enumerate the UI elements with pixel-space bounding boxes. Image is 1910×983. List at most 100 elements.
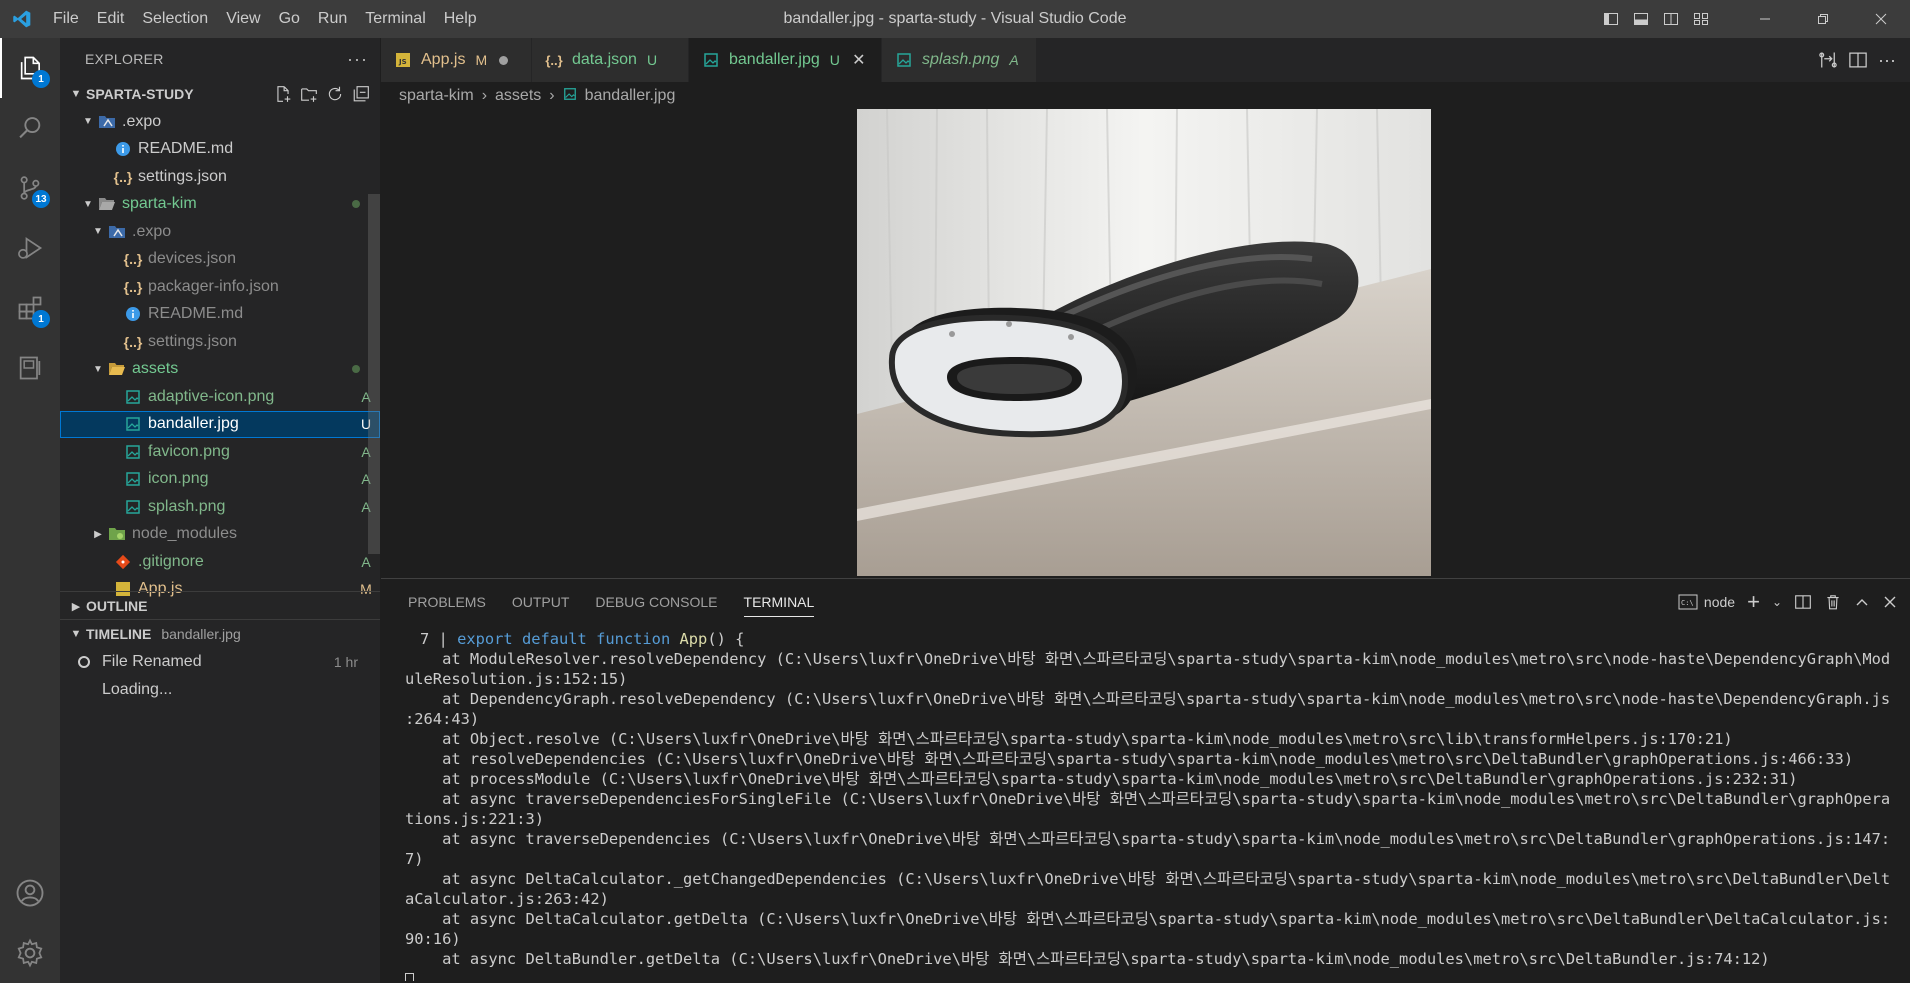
tab-splash-png[interactable]: splash.png A [882, 38, 1037, 82]
tree-file-bandaller[interactable]: bandaller.jpg U [60, 410, 380, 438]
menu-selection[interactable]: Selection [133, 0, 217, 38]
run-debug-activity[interactable] [0, 218, 60, 278]
tab-bandaller-jpg[interactable]: bandaller.jpg U ✕ [689, 38, 882, 82]
vscode-logo-icon[interactable] [0, 0, 44, 38]
tab-problems[interactable]: PROBLEMS [395, 579, 499, 625]
new-file-icon[interactable] [274, 85, 292, 103]
toggle-primary-sidebar-icon[interactable] [1596, 0, 1626, 38]
tree-file-packager-info[interactable]: {..} packager-info.json [60, 273, 380, 301]
git-status: A [361, 553, 371, 570]
tree-file-gitignore[interactable]: .gitignore A [60, 548, 380, 576]
menu-view[interactable]: View [217, 0, 269, 38]
tree-folder-node-modules[interactable]: ▶ node_modules [60, 521, 380, 549]
tree-file-devices[interactable]: {..} devices.json [60, 246, 380, 274]
tree-file-icon[interactable]: icon.png A [60, 466, 380, 494]
extensions-activity[interactable]: 1 [0, 278, 60, 338]
tree-label: splash.png [148, 497, 226, 515]
new-folder-icon[interactable] [300, 85, 318, 103]
toggle-secondary-sidebar-icon[interactable] [1656, 0, 1686, 38]
sidebar-scrollbar[interactable] [368, 194, 380, 554]
breadcrumb-item[interactable]: sparta-kim [399, 87, 474, 105]
timeline-header[interactable]: ▼ TIMELINE bandaller.jpg [60, 620, 380, 648]
more-actions-icon[interactable]: ··· [347, 49, 368, 70]
tree-folder-expo[interactable]: ▼ .expo [60, 108, 380, 136]
tree-file-readme-2[interactable]: README.md [60, 301, 380, 329]
toggle-panel-icon[interactable] [1626, 0, 1656, 38]
tab-output[interactable]: OUTPUT [499, 579, 583, 625]
panel-tabs: PROBLEMS OUTPUT DEBUG CONSOLE TERMINAL C… [381, 579, 1910, 625]
close-panel-icon[interactable] [1882, 594, 1898, 610]
tab-status: U [829, 52, 840, 68]
account-icon [16, 879, 44, 907]
menu-help[interactable]: Help [435, 0, 486, 38]
timeline-entry-label: File Renamed [102, 653, 202, 670]
chevron-right-icon: ▶ [94, 528, 102, 540]
tree-label: icon.png [148, 470, 209, 488]
terminal-line: at async traverseDependenciesForSingleFi… [405, 790, 1891, 808]
explorer-activity[interactable]: 1 [0, 38, 60, 98]
menu-file[interactable]: File [44, 0, 88, 38]
close-icon[interactable]: ✕ [850, 50, 868, 70]
tree-file-settings-2[interactable]: {..} settings.json [60, 328, 380, 356]
tree-folder-sparta-kim[interactable]: ▼ sparta-kim [60, 191, 380, 219]
breadcrumb-item[interactable]: bandaller.jpg [585, 87, 676, 105]
terminal-output[interactable]: 7 | export default function App() { at M… [405, 629, 1905, 981]
menu-terminal[interactable]: Terminal [356, 0, 434, 38]
manage-activity[interactable] [0, 923, 60, 983]
terminal-line: at async DeltaBundler.getDelta (C:\Users… [405, 950, 1770, 968]
tab-data-json[interactable]: {..} data.json U [532, 38, 689, 82]
new-terminal-icon[interactable]: + [1747, 591, 1760, 613]
tree-folder-assets[interactable]: ▼ assets [60, 356, 380, 384]
search-activity[interactable] [0, 98, 60, 158]
file-tree: ▼ .expo README.md {..} settings.json ▼ s… [60, 108, 380, 608]
refresh-icon[interactable] [326, 85, 344, 103]
breadcrumb-item[interactable]: assets [495, 87, 541, 105]
collapse-all-icon[interactable] [352, 85, 370, 103]
chevron-down-icon[interactable]: ⌄ [1772, 595, 1782, 609]
tab-app-js[interactable]: JS App.js M [381, 38, 532, 82]
image-file-icon [122, 388, 144, 406]
timeline-section: ▼ TIMELINE bandaller.jpg File Renamed 1 … [60, 619, 380, 704]
unsaved-dot-icon[interactable] [499, 55, 509, 65]
maximize-panel-icon[interactable] [1854, 594, 1870, 610]
json-icon: {..} [113, 168, 133, 185]
trash-icon[interactable] [1824, 593, 1842, 611]
tab-terminal[interactable]: TERMINAL [731, 579, 828, 625]
tree-file-settings[interactable]: {..} settings.json [60, 163, 380, 191]
menu-run[interactable]: Run [309, 0, 356, 38]
menu-go[interactable]: Go [270, 0, 309, 38]
split-terminal-icon[interactable] [1794, 593, 1812, 611]
customize-layout-icon[interactable] [1686, 0, 1716, 38]
source-control-activity[interactable]: 13 [0, 158, 60, 218]
tree-file-favicon[interactable]: favicon.png A [60, 438, 380, 466]
restore-button[interactable] [1794, 0, 1852, 38]
editor-area: JS App.js M {..} data.json U bandaller.j… [381, 38, 1910, 578]
outline-section[interactable]: ▶ OUTLINE [60, 591, 380, 620]
workspace-header[interactable]: ▼ SPARTA-STUDY [60, 80, 380, 108]
terminal-line: at ModuleResolver.resolveDependency (C:\… [405, 650, 1891, 668]
tree-file-adaptive-icon[interactable]: adaptive-icon.png A [60, 383, 380, 411]
expo-folder-icon [106, 223, 128, 241]
search-icon [19, 117, 41, 139]
tree-folder-sparta-kim-expo[interactable]: ▼ .expo [60, 218, 380, 246]
accounts-activity[interactable] [0, 863, 60, 923]
tree-file-splash[interactable]: splash.png A [60, 493, 380, 521]
minimize-button[interactable] [1736, 0, 1794, 38]
terminal-code-line: 7 | export default function App() { [405, 629, 1905, 649]
open-changes-icon[interactable] [1818, 50, 1838, 70]
image-file-icon [563, 87, 577, 106]
more-actions-icon[interactable]: ··· [1878, 50, 1896, 71]
tree-label: settings.json [138, 167, 227, 185]
remote-explorer-activity[interactable] [0, 338, 60, 398]
timeline-entry[interactable]: File Renamed 1 hr [60, 648, 380, 676]
tree-file-readme[interactable]: README.md [60, 136, 380, 164]
code-function: App [679, 630, 708, 648]
chevron-right-icon: › [481, 87, 488, 104]
tree-label: README.md [138, 140, 234, 158]
split-editor-icon[interactable] [1848, 50, 1868, 70]
close-window-button[interactable] [1852, 0, 1910, 38]
terminal-selector[interactable]: C:\ node [1678, 594, 1735, 610]
menu-edit[interactable]: Edit [88, 0, 134, 38]
editor-tabs: JS App.js M {..} data.json U bandaller.j… [381, 38, 1910, 82]
tab-debug-console[interactable]: DEBUG CONSOLE [582, 579, 730, 625]
